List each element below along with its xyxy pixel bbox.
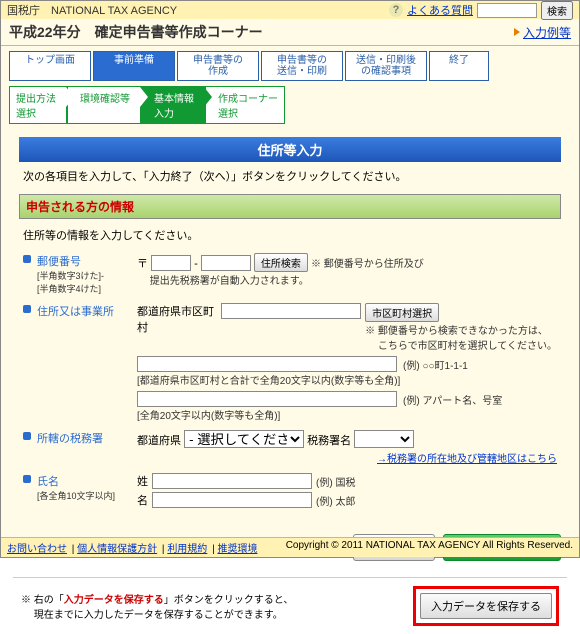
copyright: Copyright © 2011 NATIONAL TAX AGENCY All… [286,540,573,555]
office-pref-label: 都道府県 [137,435,181,447]
tax-office-link[interactable]: →税務署の所在地及び管轄地区はこちら [377,454,557,465]
section-bar: 申告される方の情報 [19,194,561,219]
mei-example: (例) 太郎 [316,493,355,508]
footer-link-contact[interactable]: お問い合わせ [7,544,67,555]
tax-office-label: 税務署名 [307,435,351,447]
address-line1-input[interactable] [137,356,397,372]
nav-step-prep[interactable]: 事前準備 [93,51,175,81]
question-icon: ? [389,3,403,17]
section-title: 申告される方の情報 [26,200,134,214]
arrow-icon [514,28,520,36]
bullet-icon [23,255,31,263]
bullet-icon [23,432,31,440]
address-ex1: (例) ○○町1-1-1 [403,357,468,372]
faq-link[interactable]: よくある質問 [407,2,473,18]
pref-select[interactable]: - 選択してください - [184,430,304,448]
section-sub: 住所等の情報を入力してください。 [23,227,561,243]
office-label: 所轄の税務署 [37,430,137,446]
address-label: 住所又は事業所 [37,303,137,319]
footer-link-privacy[interactable]: 個人情報保護方針 [77,544,157,555]
sei-label: 姓 [137,473,148,489]
save-highlight-box: 入力データを保存する [413,586,559,626]
save-data-button[interactable]: 入力データを保存する [420,593,552,619]
sub-tab-basic[interactable]: 基本情報 入力 [141,86,205,124]
postal-mark: 〒 [137,258,148,270]
address-hint2: [全角20文字以内(数字等も全角)] [137,407,557,422]
city-select-button[interactable]: 市区町村選択 [365,303,439,322]
instruction-text: 次の各項目を入力して、「入力終了（次へ）」ボタンをクリックしてください。 [23,168,561,184]
postal-sub2: [半角数字4けた] [37,282,137,295]
address-note: ※ 郵便番号から検索できなかった方は、 こちらで市区町村を選択してください。 [365,322,557,352]
nav-step-confirm[interactable]: 送信・印刷後 の確認事項 [345,51,427,81]
sei-example: (例) 国税 [316,474,355,489]
input-examples-link[interactable]: 入力例等 [523,24,571,41]
sub-tab-env[interactable]: 環境確認等 [67,86,141,124]
mei-label: 名 [137,492,148,508]
search-button[interactable]: 検索 [541,1,573,20]
sub-tab-method[interactable]: 提出方法 選択 [9,86,67,124]
address-search-button[interactable]: 住所検索 [254,253,308,272]
page-banner: 住所等入力 [19,137,561,162]
lastname-input[interactable] [152,473,312,489]
postal-sub1: [半角数字3けた]- [37,269,137,282]
nav-step-top[interactable]: トップ画面 [9,51,91,81]
nav-step-end[interactable]: 終了 [429,51,489,81]
name-sub: [各全角10文字以内] [37,489,137,502]
nav-step-send[interactable]: 申告書等の 送信・印刷 [261,51,343,81]
bullet-icon [23,305,31,313]
tax-office-select[interactable] [354,430,414,448]
address-line2-input[interactable] [137,391,397,407]
postal-sep: - [194,258,198,270]
footer-link-env[interactable]: 推奨環境 [217,544,257,555]
pref-label: 都道府県市区町村 [137,303,217,335]
firstname-input[interactable] [152,492,312,508]
save-note: ※ 右の「入力データを保存する」ボタンをクリックすると、 現在までに入力したデー… [21,591,293,621]
footer-link-terms[interactable]: 利用規約 [167,544,207,555]
page-title: 平成22年分 確定申告書等作成コーナー [9,22,263,42]
address-hint1: [都道府県市区町村と合計で全角20文字以内(数字等も全角)] [137,372,557,387]
nav-step-create[interactable]: 申告書等の 作成 [177,51,259,81]
search-input[interactable] [477,3,537,18]
bullet-icon [23,475,31,483]
postal-label: 郵便番号 [37,253,137,269]
address-ex2: (例) アパート名、号室 [403,392,502,407]
agency-label: 国税庁 NATIONAL TAX AGENCY [7,2,177,18]
pref-city-input[interactable] [221,303,361,319]
postal-input-2[interactable] [201,255,251,271]
name-label: 氏名 [37,473,137,489]
postal-input-1[interactable] [151,255,191,271]
sub-tab-corner[interactable]: 作成コーナー 選択 [205,86,285,124]
